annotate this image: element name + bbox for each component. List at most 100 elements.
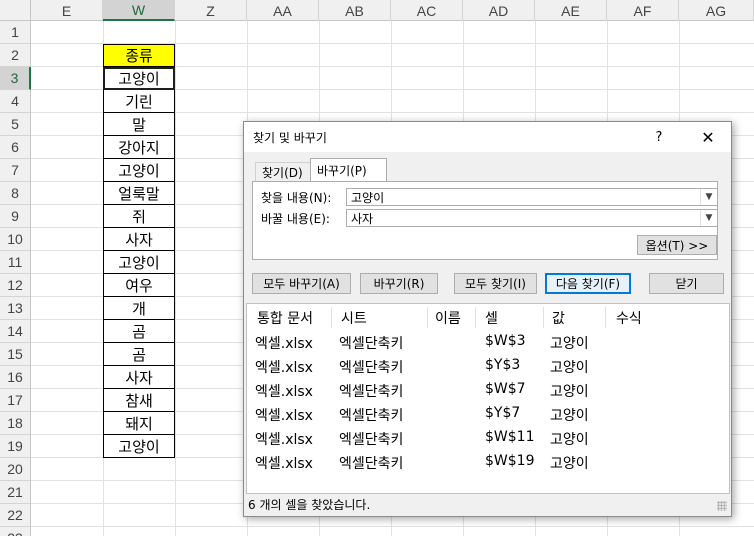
row-header[interactable]: 14 — [0, 320, 31, 343]
list-item[interactable]: 엑셀.xlsx 엑셀단축키 $Y$3 고양이 — [247, 354, 729, 378]
column-header-ac[interactable]: AC — [391, 0, 463, 21]
chevron-down-icon[interactable]: ▼ — [700, 210, 717, 226]
row-header[interactable]: 2 — [0, 44, 31, 67]
results-col-sheet[interactable]: 시트 — [341, 308, 367, 328]
table-cell[interactable]: 기린 — [103, 90, 175, 113]
row-header[interactable]: 3 — [0, 67, 31, 90]
results-col-value[interactable]: 값 — [552, 308, 565, 328]
row-header[interactable]: 11 — [0, 251, 31, 274]
row-header[interactable]: 10 — [0, 228, 31, 251]
table-cell[interactable]: 고양이 — [103, 251, 175, 274]
row-header[interactable]: 18 — [0, 412, 31, 435]
table-cell[interactable]: 돼지 — [103, 412, 175, 435]
column-divider[interactable] — [331, 307, 332, 328]
row-header[interactable]: 5 — [0, 113, 31, 136]
column-header-ae[interactable]: AE — [535, 0, 607, 21]
replace-tab-panel: 찾을 내용(N): 고양이 ▼ 바꿀 내용(E): 사자 ▼ 옵션(T) >> — [252, 181, 718, 260]
tab-replace[interactable]: 바꾸기(P) — [310, 158, 387, 182]
column-header-ad[interactable]: AD — [463, 0, 535, 21]
options-button[interactable]: 옵션(T) >> — [637, 235, 717, 255]
results-col-cell[interactable]: 셀 — [485, 308, 498, 328]
resize-grip-icon[interactable] — [717, 501, 727, 511]
find-all-button[interactable]: 모두 찾기(I) — [454, 273, 537, 294]
row-header[interactable]: 19 — [0, 435, 31, 458]
results-col-name[interactable]: 이름 — [435, 308, 461, 328]
column-divider[interactable] — [605, 307, 606, 328]
table-cell[interactable]: 사자 — [103, 366, 175, 389]
row-header[interactable]: 17 — [0, 389, 31, 412]
result-sheet: 엑셀단축키 — [339, 336, 404, 352]
table-cell[interactable]: 얼룩말 — [103, 182, 175, 205]
table-cell[interactable]: 여우 — [103, 274, 175, 297]
row-header[interactable]: 16 — [0, 366, 31, 389]
column-header-w[interactable]: W — [103, 0, 175, 21]
list-item[interactable]: 엑셀.xlsx 엑셀단축키 $W$19 고양이 — [247, 450, 729, 474]
list-item[interactable]: 엑셀.xlsx 엑셀단축키 $W$7 고양이 — [247, 378, 729, 402]
help-icon[interactable]: ? — [649, 127, 669, 147]
row-header[interactable]: 6 — [0, 136, 31, 159]
table-cell[interactable]: 사자 — [103, 228, 175, 251]
result-value: 고양이 — [550, 408, 589, 424]
close-icon[interactable]: ✕ — [697, 126, 719, 148]
column-divider[interactable] — [427, 307, 428, 328]
table-cell[interactable]: 쥐 — [103, 205, 175, 228]
row-header[interactable]: 7 — [0, 159, 31, 182]
w-header-cell[interactable]: 종류 — [103, 44, 175, 67]
find-what-combo[interactable]: 고양이 ▼ — [346, 188, 718, 206]
replace-all-button[interactable]: 모두 바꾸기(A) — [252, 273, 351, 294]
grid-row-line — [31, 526, 754, 527]
tab-find[interactable]: 찾기(D) — [255, 162, 311, 181]
find-replace-dialog: 찾기 및 바꾸기 ? ✕ 찾기(D) 바꾸기(P) 찾을 내용(N): 고양이 … — [243, 121, 732, 517]
row-header[interactable]: 15 — [0, 343, 31, 366]
table-cell[interactable]: 곰 — [103, 343, 175, 366]
result-cell: $W$19 — [485, 453, 535, 469]
column-divider[interactable] — [543, 307, 544, 328]
status-text: 6 개의 셀을 찾았습니다. — [248, 497, 371, 512]
table-cell[interactable]: 고양이 — [103, 435, 175, 458]
row-header[interactable]: 22 — [0, 504, 31, 527]
result-cell: $Y$3 — [485, 357, 521, 373]
list-item[interactable]: 엑셀.xlsx 엑셀단축키 $Y$7 고양이 — [247, 402, 729, 426]
replace-button[interactable]: 바꾸기(R) — [360, 273, 438, 294]
row-header[interactable]: 13 — [0, 297, 31, 320]
column-header-aa[interactable]: AA — [247, 0, 319, 21]
status-bar: 6 개의 셀을 찾았습니다. — [246, 494, 730, 514]
column-divider[interactable] — [475, 307, 476, 328]
table-cell[interactable]: 곰 — [103, 320, 175, 343]
results-col-workbook[interactable]: 통합 문서 — [257, 308, 313, 328]
row-header[interactable]: 23 — [0, 527, 31, 536]
table-cell[interactable]: 강아지 — [103, 136, 175, 159]
row-header[interactable]: 1 — [0, 21, 31, 44]
row-header[interactable]: 9 — [0, 205, 31, 228]
row-header[interactable]: 8 — [0, 182, 31, 205]
result-cell: $Y$7 — [485, 405, 521, 421]
result-cell: $W$7 — [485, 381, 526, 397]
row-header[interactable]: 12 — [0, 274, 31, 297]
table-cell[interactable]: 고양이 — [103, 159, 175, 182]
row-header[interactable]: 20 — [0, 458, 31, 481]
table-cell[interactable]: 개 — [103, 297, 175, 320]
close-button[interactable]: 닫기 — [649, 273, 724, 294]
results-col-formula[interactable]: 수식 — [616, 308, 642, 328]
list-item[interactable]: 엑셀.xlsx 엑셀단축키 $W$11 고양이 — [247, 426, 729, 450]
find-next-button[interactable]: 다음 찾기(F) — [545, 273, 631, 294]
row-header[interactable]: 21 — [0, 481, 31, 504]
result-sheet: 엑셀단축키 — [339, 384, 404, 400]
result-workbook: 엑셀.xlsx — [255, 432, 313, 448]
dialog-titlebar[interactable]: 찾기 및 바꾸기 ? ✕ — [244, 122, 731, 152]
column-header-e[interactable]: E — [31, 0, 103, 21]
column-header-z[interactable]: Z — [175, 0, 247, 21]
active-cell[interactable]: 고양이 — [103, 67, 175, 90]
column-header-ab[interactable]: AB — [319, 0, 391, 21]
list-item[interactable]: 엑셀.xlsx 엑셀단축키 $W$3 고양이 — [247, 330, 729, 354]
replace-with-combo[interactable]: 사자 ▼ — [346, 209, 718, 227]
row-header[interactable]: 4 — [0, 90, 31, 113]
select-all-corner[interactable] — [0, 0, 31, 21]
chevron-down-icon[interactable]: ▼ — [700, 189, 717, 205]
table-cell[interactable]: 참새 — [103, 389, 175, 412]
results-list[interactable]: 통합 문서 시트 이름 셀 값 수식 엑셀.xlsx 엑셀단축키 $W$3 고양이 엑셀… — [246, 303, 730, 494]
table-cell[interactable]: 말 — [103, 113, 175, 136]
grid-column-line — [175, 21, 176, 536]
column-header-af[interactable]: AF — [607, 0, 679, 21]
column-header-ag[interactable]: AG — [679, 0, 754, 21]
